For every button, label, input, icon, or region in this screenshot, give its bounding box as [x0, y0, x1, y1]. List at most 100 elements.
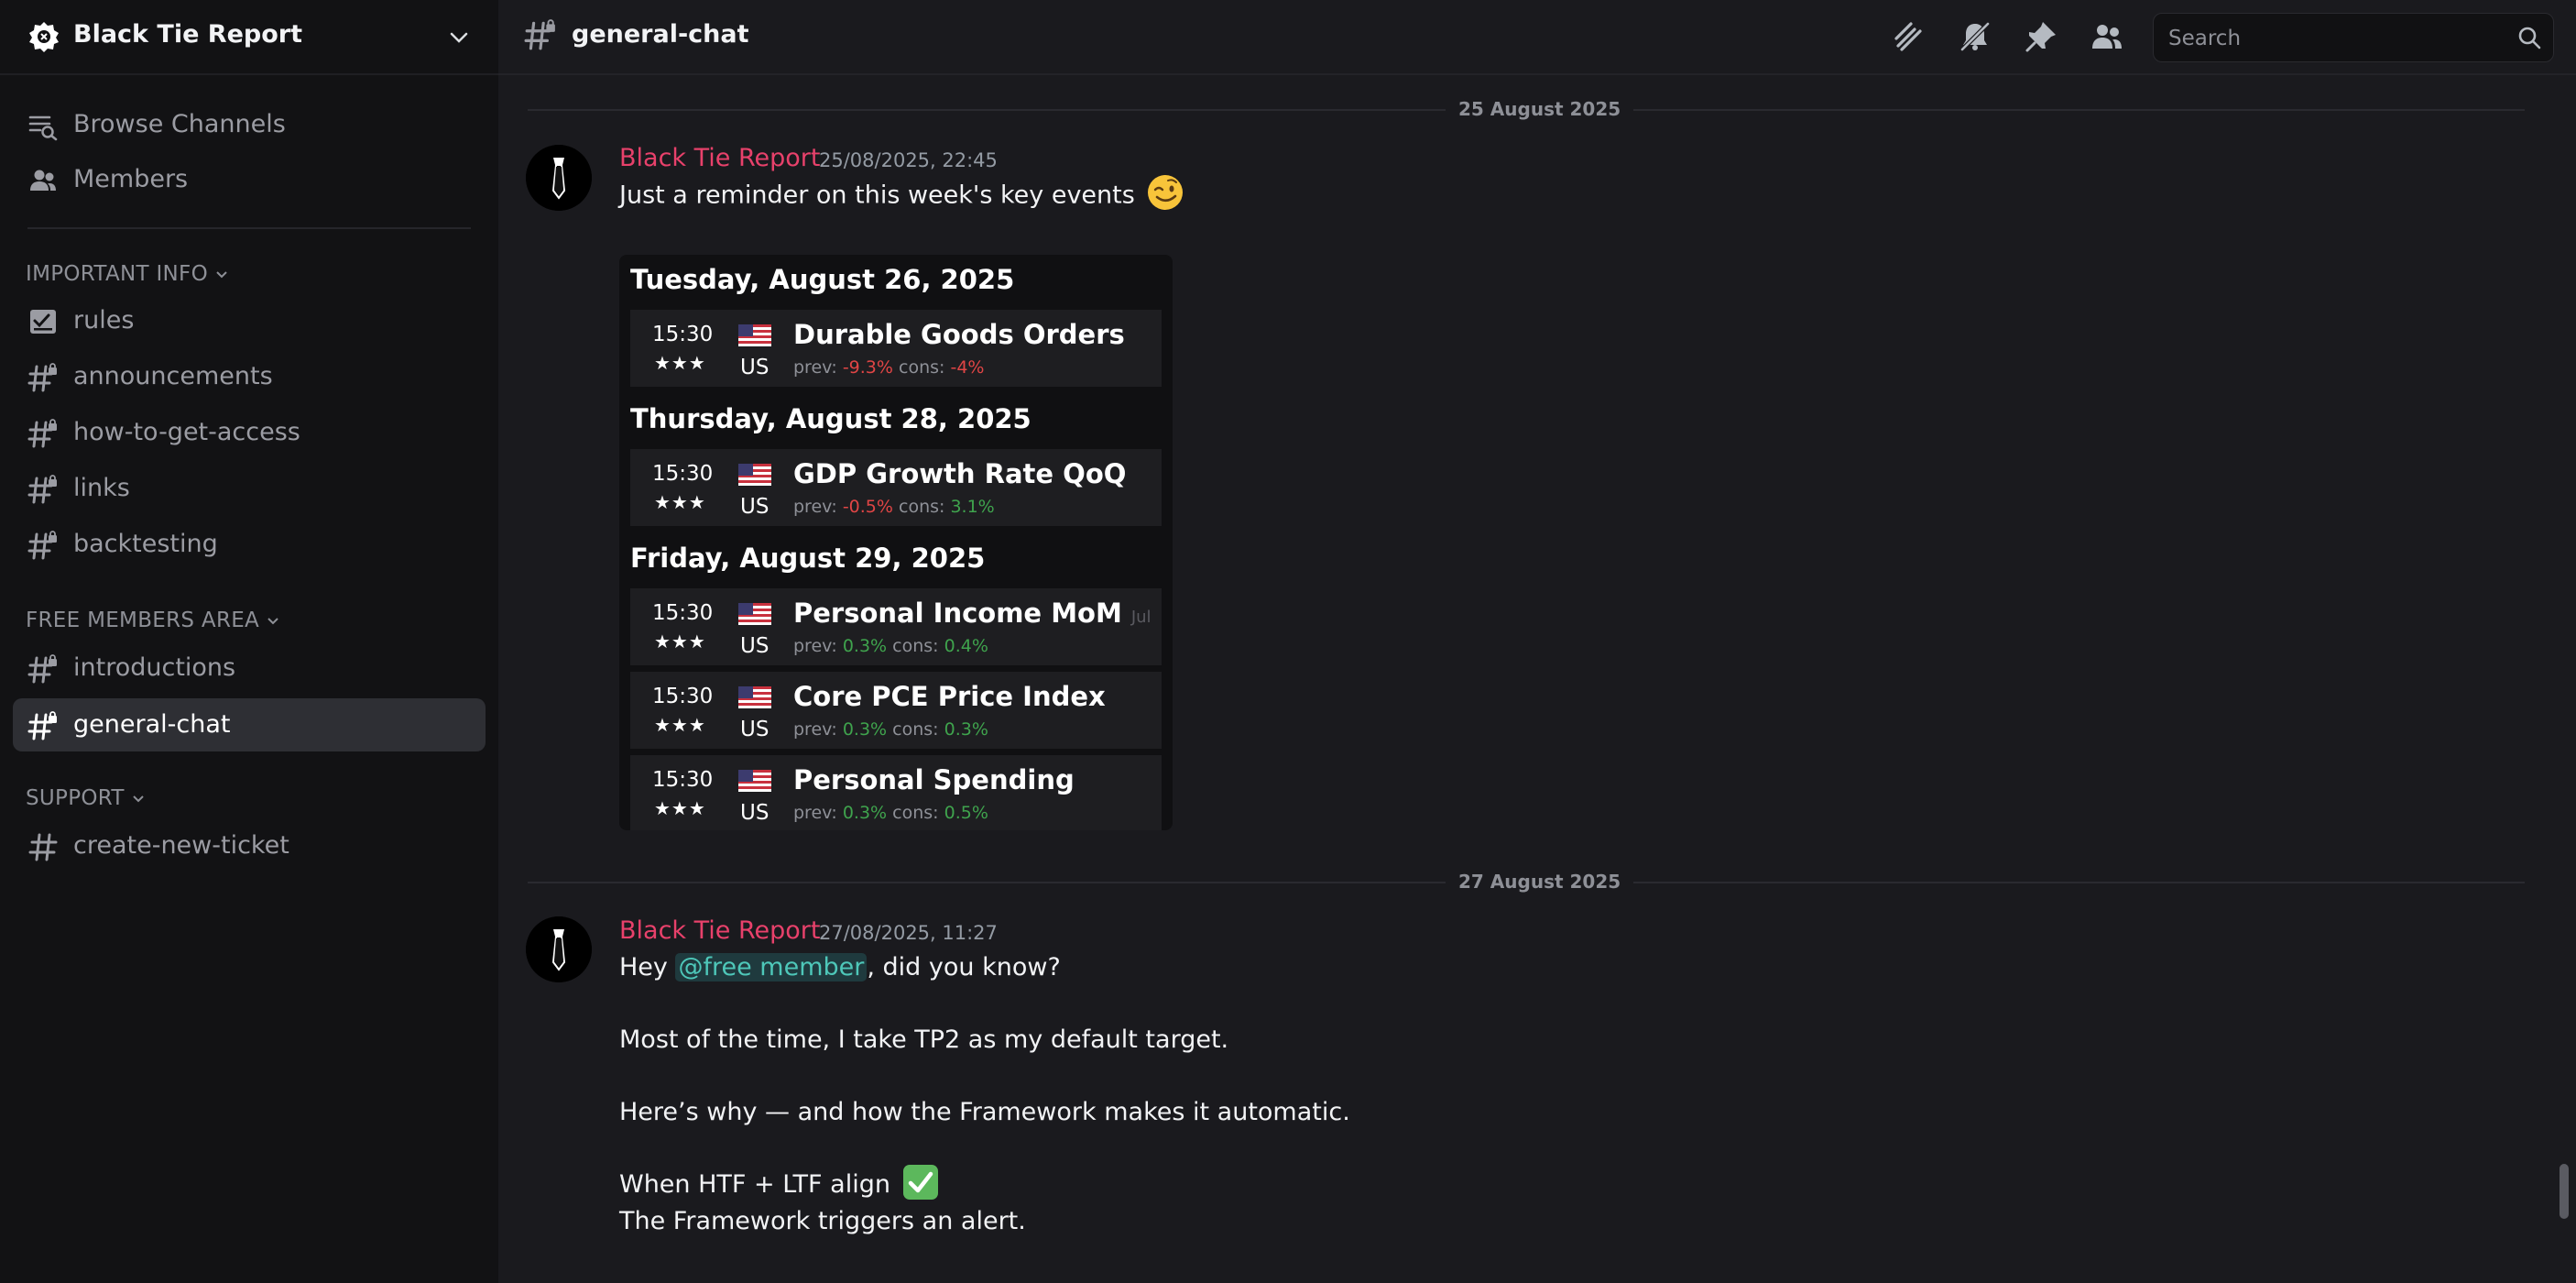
cons-label: cons: — [899, 497, 945, 517]
category-label: IMPORTANT INFO — [26, 262, 208, 286]
locked-hashtag-icon — [27, 363, 57, 392]
threads-icon[interactable] — [1891, 18, 1927, 55]
message-text-line: The Framework triggers an alert. — [619, 1207, 1026, 1235]
us-flag-icon — [738, 686, 771, 708]
event-impact-stars: ★★★ — [654, 491, 706, 513]
message-text-line: Most of the time, I take TP2 as my defau… — [619, 1025, 1229, 1054]
prev-value: 0.3% — [842, 803, 888, 823]
member-list-icon[interactable] — [2089, 18, 2125, 55]
event-name: Personal Income MoM Jul — [793, 598, 1152, 629]
notifications-muted-icon[interactable] — [1957, 18, 1993, 55]
event-period-tag: Jul — [1130, 608, 1152, 627]
sidebar-item-create-new-ticket[interactable]: create-new-ticket — [13, 819, 486, 872]
message-timestamp: 27/08/2025, 11:27 — [819, 922, 998, 944]
sidebar-item-backtesting[interactable]: backtesting — [13, 518, 486, 571]
category-important-info[interactable]: IMPORTANT INFO — [26, 262, 230, 286]
event-name: GDP Growth Rate QoQ — [793, 458, 1126, 489]
event-impact-stars: ★★★ — [654, 631, 706, 652]
avatar[interactable] — [526, 145, 592, 211]
avatar[interactable] — [526, 916, 592, 982]
locked-hashtag-icon — [27, 419, 57, 448]
user-mention[interactable]: @free member — [675, 953, 868, 981]
calendar-event: 15:30 ★★★ US Durable Goods Orders prev: … — [630, 310, 1162, 387]
sidebar-item-announcements[interactable]: announcements — [13, 350, 486, 403]
hashtag-icon — [28, 833, 58, 861]
prev-label: prev: — [793, 497, 837, 517]
event-forecast: prev: -0.5% cons: 3.1% — [793, 497, 995, 517]
event-time: 15:30 — [652, 685, 714, 708]
message-text-suffix: , did you know? — [867, 953, 1061, 981]
date-divider-label: 27 August 2025 — [1446, 871, 1634, 893]
sidebar-item-general-chat[interactable]: general-chat — [13, 698, 486, 751]
sidebar-item-label: rules — [73, 306, 135, 334]
prev-value: -0.5% — [842, 497, 893, 517]
browse-channels-label: Browse Channels — [73, 110, 286, 138]
sidebar-item-links[interactable]: links — [13, 462, 486, 515]
members-label: Members — [73, 165, 189, 193]
sidebar-divider — [27, 227, 471, 229]
cons-label: cons: — [892, 803, 939, 823]
locked-hashtag-icon — [524, 19, 555, 50]
check-mark-button-emoji-icon — [902, 1164, 938, 1200]
members-button[interactable]: Members — [13, 153, 486, 206]
event-name: Core PCE Price Index — [793, 681, 1106, 712]
chevron-down-icon — [267, 618, 278, 625]
sidebar-item-label: announcements — [73, 362, 273, 390]
chevron-down-icon[interactable] — [447, 26, 471, 49]
locked-hashtag-icon — [27, 711, 57, 740]
event-country: US — [740, 356, 770, 379]
category-free-members-area[interactable]: FREE MEMBERS AREA — [26, 609, 281, 632]
event-country: US — [740, 634, 770, 658]
server-name: Black Tie Report — [73, 20, 303, 49]
message-text-line: Here’s why — and how the Framework makes… — [619, 1098, 1350, 1126]
event-country: US — [740, 718, 770, 741]
event-impact-stars: ★★★ — [654, 714, 706, 736]
sidebar-item-rules[interactable]: rules — [13, 294, 486, 347]
pin-icon[interactable] — [2023, 18, 2059, 55]
message-text-content: Just a reminder on this week's key event… — [619, 181, 1135, 210]
search-input[interactable] — [2167, 14, 2500, 63]
server-badge-icon — [29, 22, 59, 52]
message-author[interactable]: Black Tie Report — [619, 916, 821, 945]
calendar-day-heading: Friday, August 29, 2025 — [630, 543, 986, 574]
date-divider-label: 25 August 2025 — [1446, 98, 1634, 120]
server-header[interactable]: Black Tie Report — [0, 0, 498, 75]
category-label: FREE MEMBERS AREA — [26, 609, 260, 632]
browse-channels-button[interactable]: Browse Channels — [13, 98, 486, 151]
event-name-text: Core PCE Price Index — [793, 681, 1106, 712]
event-forecast: prev: 0.3% cons: 0.5% — [793, 803, 988, 823]
prev-label: prev: — [793, 719, 837, 740]
sidebar-item-label: create-new-ticket — [73, 831, 289, 860]
event-name-text: Durable Goods Orders — [793, 319, 1125, 350]
event-name: Durable Goods Orders — [793, 319, 1125, 350]
locked-hashtag-icon — [27, 654, 57, 684]
locked-hashtag-icon — [27, 531, 57, 560]
search-icon[interactable] — [2516, 25, 2542, 50]
search-box[interactable] — [2153, 13, 2554, 63]
calendar-day-heading: Thursday, August 28, 2025 — [630, 403, 1031, 434]
economic-calendar-image[interactable]: Tuesday, August 26, 2025 15:30 ★★★ US Du… — [619, 255, 1173, 830]
event-name: Personal Spending — [793, 764, 1075, 795]
message-author[interactable]: Black Tie Report — [619, 144, 821, 172]
category-support[interactable]: SUPPORT — [26, 786, 147, 810]
prev-value: 0.3% — [842, 719, 888, 740]
cons-value: 0.5% — [944, 803, 988, 823]
event-time: 15:30 — [652, 462, 714, 486]
prev-label: prev: — [793, 803, 837, 823]
sidebar-item-label: backtesting — [73, 530, 218, 558]
event-country: US — [740, 801, 770, 825]
scrollbar-thumb[interactable] — [2560, 1164, 2569, 1219]
calendar-event: 15:30 ★★★ US GDP Growth Rate QoQ prev: -… — [630, 449, 1162, 526]
event-forecast: prev: -9.3% cons: -4% — [793, 357, 984, 378]
members-icon — [30, 170, 56, 191]
us-flag-icon — [738, 770, 771, 792]
browse-channels-icon — [28, 115, 58, 141]
event-forecast: prev: 0.3% cons: 0.3% — [793, 719, 988, 740]
event-name-text: GDP Growth Rate QoQ — [793, 458, 1127, 489]
us-flag-icon — [738, 324, 771, 346]
sidebar-item-how-to-get-access[interactable]: how-to-get-access — [13, 406, 486, 459]
event-time: 15:30 — [652, 323, 714, 346]
sidebar-item-introductions[interactable]: introductions — [13, 642, 486, 695]
message-text-prefix: Hey — [619, 953, 676, 981]
category-label: SUPPORT — [26, 786, 125, 810]
